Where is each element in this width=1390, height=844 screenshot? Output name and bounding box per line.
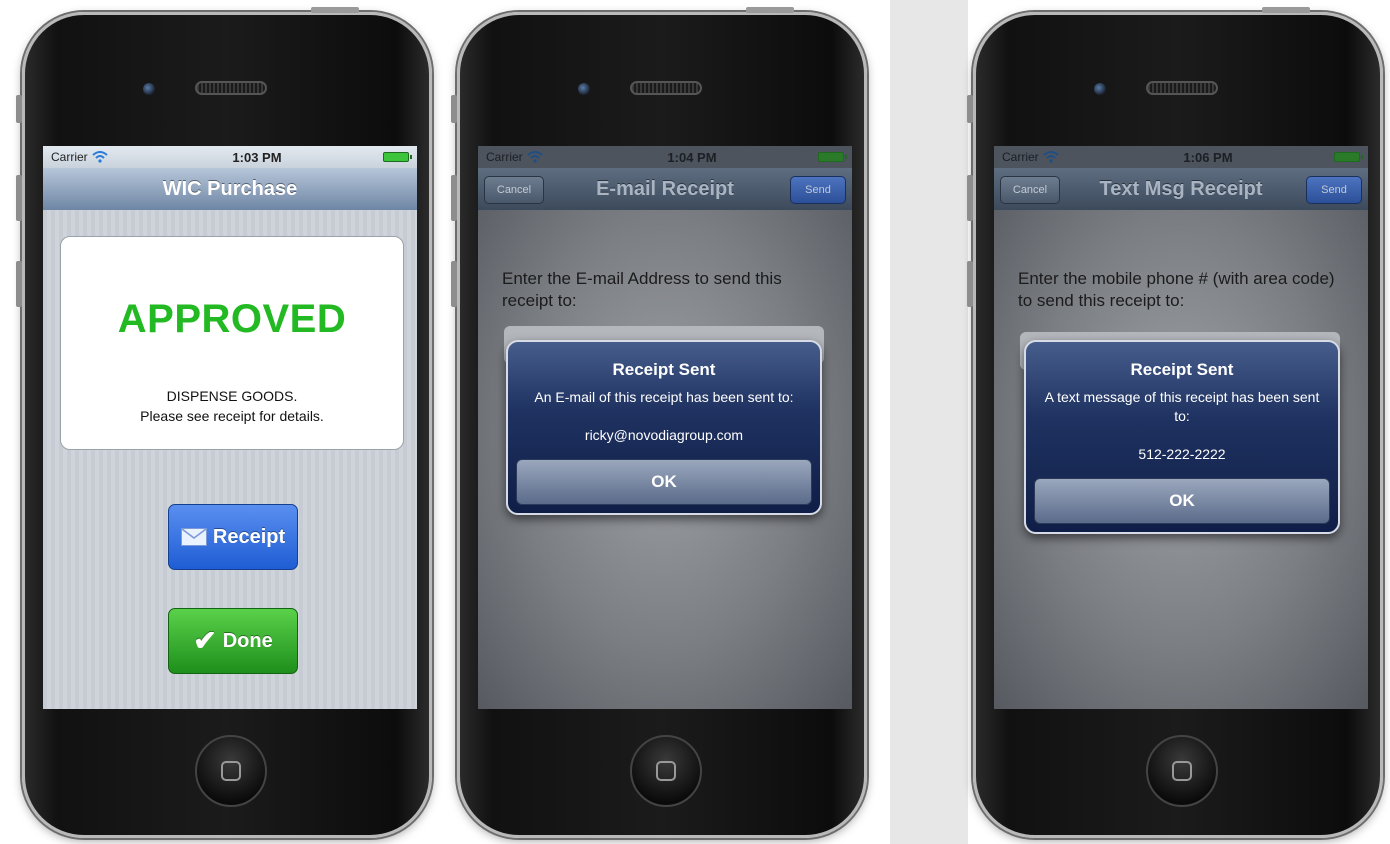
send-button[interactable]: Send <box>1306 176 1362 204</box>
status-time: 1:06 PM <box>1183 149 1233 165</box>
alert-recipient: 512-222-2222 <box>1138 446 1226 462</box>
ok-button[interactable]: OK <box>516 459 812 505</box>
phone-1: Carrier 1:03 PM WIC Purchase APPROVED DI… <box>16 7 432 838</box>
volume-up-button <box>967 175 973 221</box>
power-button <box>746 7 794 13</box>
home-square-icon <box>656 761 676 781</box>
status-bar: Carrier 1:03 PM <box>43 146 417 168</box>
volume-down-button <box>16 261 22 307</box>
alert-message: A text message of this receipt has been … <box>1044 389 1320 424</box>
phone-prompt: Enter the mobile phone # (with area code… <box>1018 269 1335 310</box>
approved-headline: APPROVED <box>117 297 347 341</box>
send-button[interactable]: Send <box>790 176 846 204</box>
receipt-button[interactable]: Receipt <box>168 504 298 570</box>
ok-button[interactable]: OK <box>1034 478 1330 524</box>
carrier-label: Carrier <box>51 150 88 164</box>
page-title: E-mail Receipt <box>596 177 734 200</box>
carrier-label: Carrier <box>486 150 523 164</box>
battery-icon <box>1334 152 1363 162</box>
mute-switch <box>451 95 457 123</box>
home-button[interactable] <box>195 735 267 807</box>
carrier-label: Carrier <box>1002 150 1039 164</box>
battery-icon <box>818 152 847 162</box>
battery-icon <box>383 152 412 162</box>
receipt-hint: Please see receipt for details. <box>140 408 324 424</box>
receipt-sent-alert: Receipt Sent An E-mail of this receipt h… <box>506 340 822 515</box>
wifi-icon <box>92 151 108 163</box>
screen: Carrier 1:04 PM Cancel E-mail Receipt Se… <box>478 146 852 709</box>
page-title: WIC Purchase <box>162 177 298 200</box>
camera-icon <box>143 83 155 95</box>
power-button <box>311 7 359 13</box>
receipt-button-label: Receipt <box>212 525 286 548</box>
phone-3: Carrier 1:06 PM Cancel Text Msg Receipt … <box>967 7 1383 838</box>
wifi-icon <box>1043 151 1059 163</box>
screen: Carrier 1:03 PM WIC Purchase APPROVED DI… <box>43 146 417 709</box>
alert-recipient: ricky@novodiagroup.com <box>584 427 744 443</box>
screen: Carrier 1:06 PM Cancel Text Msg Receipt … <box>994 146 1368 709</box>
done-button[interactable]: ✔ Done <box>168 608 298 674</box>
power-button <box>1262 7 1310 13</box>
phone-2: Carrier 1:04 PM Cancel E-mail Receipt Se… <box>451 7 867 838</box>
envelope-icon <box>180 528 207 546</box>
mute-switch <box>16 95 22 123</box>
mute-switch <box>967 95 973 123</box>
home-button[interactable] <box>630 735 702 807</box>
speaker-grille <box>195 81 267 95</box>
camera-icon <box>1094 83 1106 95</box>
home-square-icon <box>221 761 241 781</box>
status-time: 1:04 PM <box>667 149 717 165</box>
volume-down-button <box>967 261 973 307</box>
speaker-grille <box>630 81 702 95</box>
status-time: 1:03 PM <box>232 149 282 165</box>
cancel-button[interactable]: Cancel <box>1000 176 1060 204</box>
status-bar: Carrier 1:06 PM <box>994 146 1368 168</box>
speaker-grille <box>1146 81 1218 95</box>
navigation-bar: WIC Purchase <box>43 168 417 211</box>
receipt-sent-alert: Receipt Sent A text message of this rece… <box>1024 340 1340 534</box>
volume-up-button <box>451 175 457 221</box>
alert-title: Receipt Sent <box>1130 360 1234 379</box>
status-bar: Carrier 1:04 PM <box>478 146 852 168</box>
volume-up-button <box>16 175 22 221</box>
dispense-message: DISPENSE GOODS. <box>166 388 298 404</box>
approval-card: APPROVED DISPENSE GOODS. Please see rece… <box>60 236 404 450</box>
navigation-bar: Cancel Text Msg Receipt Send <box>994 168 1368 211</box>
camera-icon <box>578 83 590 95</box>
page-title: Text Msg Receipt <box>1099 177 1263 200</box>
cancel-button[interactable]: Cancel <box>484 176 544 204</box>
alert-title: Receipt Sent <box>612 360 716 379</box>
navigation-bar: Cancel E-mail Receipt Send <box>478 168 852 211</box>
home-button[interactable] <box>1146 735 1218 807</box>
done-button-label: Done <box>222 629 273 652</box>
home-square-icon <box>1172 761 1192 781</box>
wifi-icon <box>527 151 543 163</box>
email-prompt: Enter the E-mail Address to send this re… <box>502 269 782 310</box>
volume-down-button <box>451 261 457 307</box>
alert-message: An E-mail of this receipt has been sent … <box>534 389 794 405</box>
checkmark-icon: ✔ <box>193 625 217 656</box>
